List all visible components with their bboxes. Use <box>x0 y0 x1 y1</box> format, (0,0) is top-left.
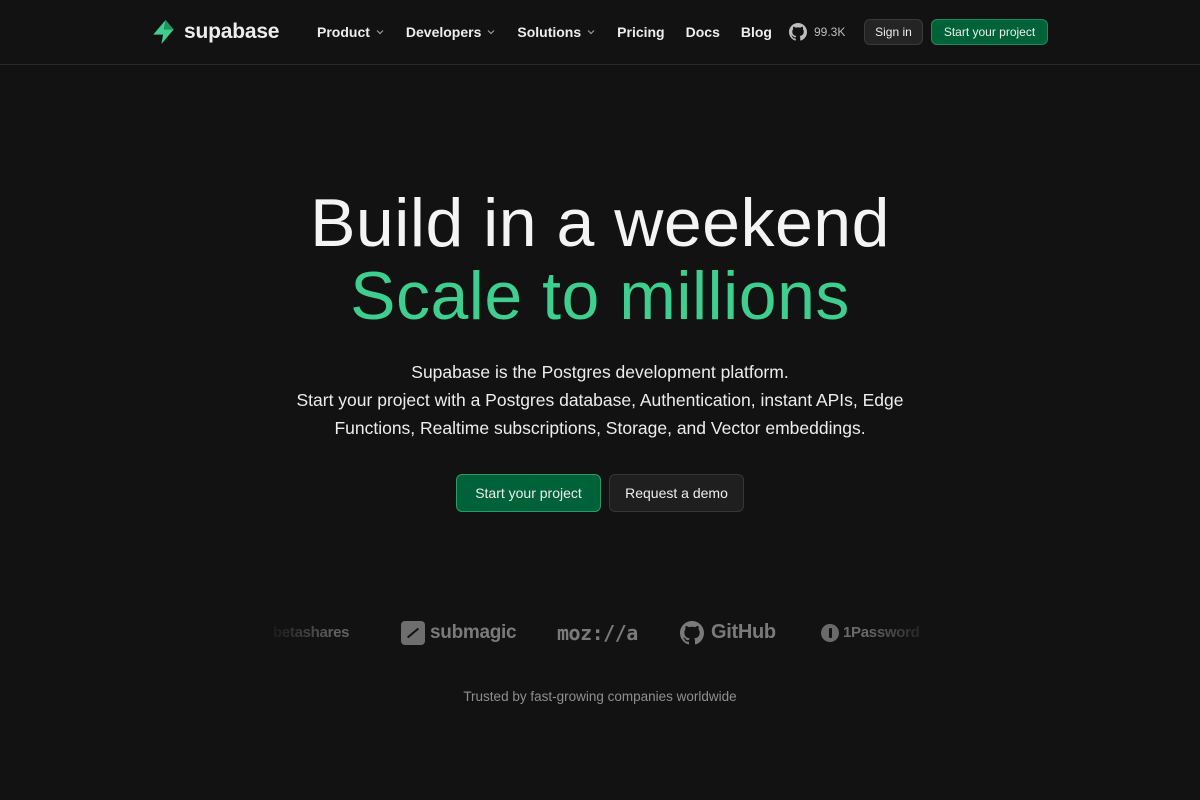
menu-item-blog[interactable]: Blog <box>741 24 772 40</box>
request-demo-button[interactable]: Request a demo <box>609 474 744 512</box>
logo-fade-left <box>265 605 335 660</box>
submagic-logo: submagic <box>401 605 517 660</box>
chevron-down-icon <box>487 30 495 35</box>
top-navigation: supabase Product Developers Solutions Pr… <box>0 0 1200 65</box>
hero-subtitle-line1: Supabase is the Postgres development pla… <box>411 362 789 382</box>
sign-in-button[interactable]: Sign in <box>864 19 923 45</box>
menu-item-label: Blog <box>740 24 772 40</box>
main-menu: Product Developers Solutions Pricing Doc… <box>317 20 793 44</box>
menu-item-label: Solutions <box>517 24 582 40</box>
hero-subtitle-line2: Start your project with a Postgres datab… <box>296 390 904 410</box>
trusted-by-caption: Trusted by fast-growing companies worldw… <box>463 689 737 704</box>
logo-fade-right <box>865 605 935 660</box>
supabase-bolt-icon <box>153 20 174 44</box>
supabase-logo-link[interactable]: supabase <box>151 18 279 46</box>
menu-item-label: Developers <box>405 24 482 40</box>
github-star-count: 99.3K <box>814 25 846 39</box>
hero-subtitle-line3: Functions, Realtime subscriptions, Stora… <box>334 418 866 438</box>
brand-wordmark: supabase <box>184 20 280 43</box>
hero-subtitle: Supabase is the Postgres development pla… <box>260 358 940 442</box>
github-stars-link[interactable]: 99.3K <box>789 22 845 42</box>
start-project-nav-button[interactable]: Start your project <box>931 19 1048 45</box>
menu-item-pricing[interactable]: Pricing <box>617 24 664 40</box>
menu-item-solutions[interactable]: Solutions <box>517 24 596 40</box>
mozilla-logo: moz://a <box>557 620 638 645</box>
menu-item-label: Docs <box>685 24 720 40</box>
chevron-down-icon <box>587 30 595 35</box>
menu-item-label: Pricing <box>617 24 665 40</box>
hero-title-line2: Scale to millions <box>350 258 850 334</box>
menu-item-developers[interactable]: Developers <box>406 24 496 40</box>
github-icon <box>680 620 704 644</box>
customer-logos: betashares submagic moz://a GitHub 1Pass… <box>265 605 935 660</box>
menu-item-docs[interactable]: Docs <box>686 24 720 40</box>
chevron-down-icon <box>376 30 384 35</box>
github-icon <box>789 23 807 41</box>
menu-item-label: Product <box>317 24 370 40</box>
menu-item-product[interactable]: Product <box>317 24 385 40</box>
1password-icon <box>821 623 839 642</box>
hero-title-line1: Build in a weekend <box>310 185 890 261</box>
submagic-icon <box>401 620 425 645</box>
github-logo: GitHub <box>680 605 776 660</box>
start-project-button[interactable]: Start your project <box>456 474 601 512</box>
